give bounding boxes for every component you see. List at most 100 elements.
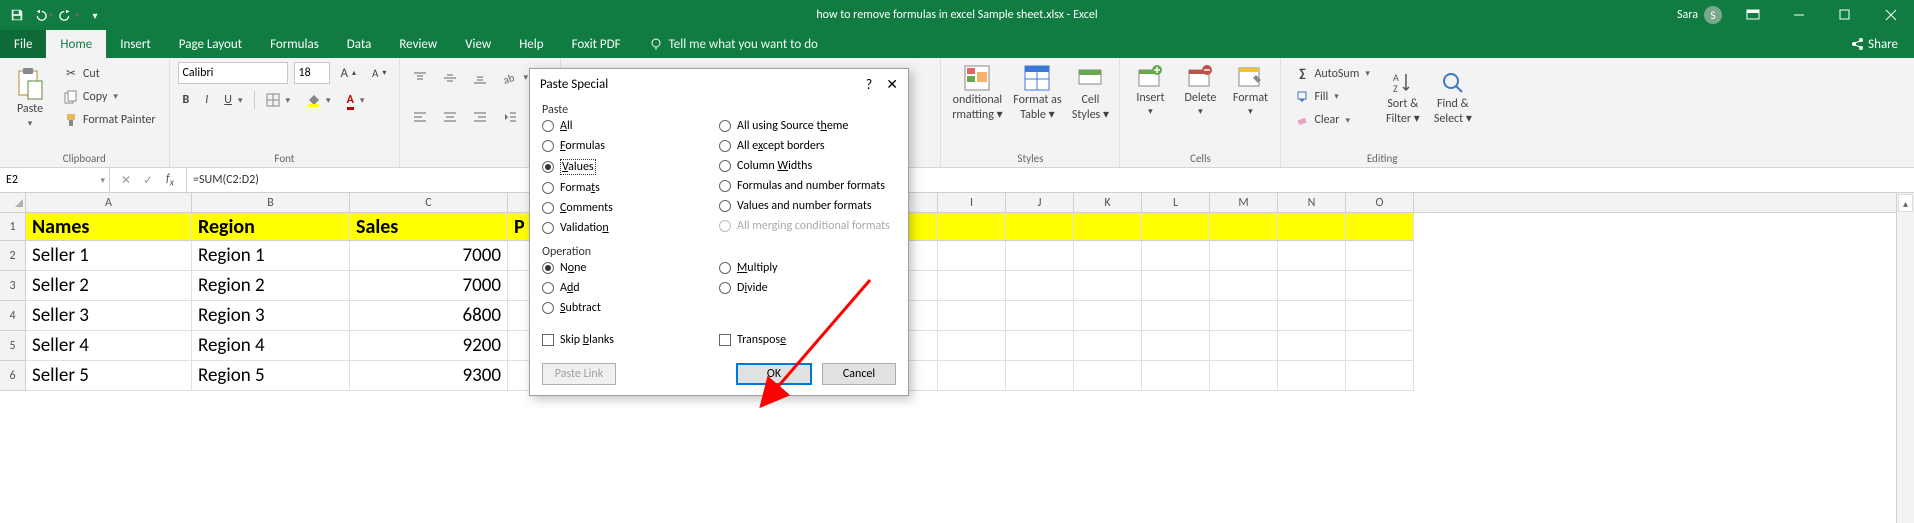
align-left-button[interactable] <box>408 107 432 127</box>
enter-formula-button[interactable]: ✓ <box>138 173 158 188</box>
row-head-2[interactable]: 2 <box>0 241 26 271</box>
col-I[interactable]: I <box>938 193 1006 212</box>
autosum-button[interactable]: ∑AutoSum <box>1289 63 1374 85</box>
cell-C3[interactable]: 7000 <box>350 271 508 301</box>
cell-C2[interactable]: 7000 <box>350 241 508 271</box>
sort-filter-button[interactable]: AZ Sort & Filter ▾ <box>1381 68 1425 126</box>
maximize-button[interactable] <box>1822 0 1868 30</box>
row-head-5[interactable]: 5 <box>0 331 26 361</box>
redo-button[interactable] <box>58 4 80 26</box>
cell-C5[interactable]: 9200 <box>350 331 508 361</box>
minimize-button[interactable] <box>1776 0 1822 30</box>
cell-C1[interactable]: Sales <box>350 213 508 241</box>
radio-op-multiply[interactable]: Multiply <box>719 261 896 275</box>
cell-C4[interactable]: 6800 <box>350 301 508 331</box>
clear-button[interactable]: Clear <box>1289 109 1374 131</box>
cell-A4[interactable]: Seller 3 <box>26 301 192 331</box>
close-button[interactable] <box>1868 0 1914 30</box>
tab-help[interactable]: Help <box>505 30 557 58</box>
radio-all-except-borders[interactable]: All except borders <box>719 139 896 153</box>
col-M[interactable]: M <box>1210 193 1278 212</box>
radio-op-none[interactable]: None <box>542 261 719 275</box>
undo-button[interactable] <box>32 4 54 26</box>
tab-formulas[interactable]: Formulas <box>256 30 333 58</box>
font-size-select[interactable] <box>294 62 330 84</box>
align-middle-button[interactable] <box>438 68 462 88</box>
tab-file[interactable]: File <box>0 30 46 58</box>
col-N[interactable]: N <box>1278 193 1346 212</box>
cell-A5[interactable]: Seller 4 <box>26 331 192 361</box>
cell-styles-button[interactable]: Cell Styles ▾ <box>1069 62 1111 122</box>
radio-values-number-formats[interactable]: Values and number formats <box>719 199 896 213</box>
user-account[interactable]: Sara S <box>1669 6 1730 24</box>
cell-A1[interactable]: Names <box>26 213 192 241</box>
save-icon[interactable] <box>6 4 28 26</box>
row-head-3[interactable]: 3 <box>0 271 26 301</box>
col-L[interactable]: L <box>1142 193 1210 212</box>
name-box[interactable]: E2▾ <box>0 168 110 192</box>
checkbox-transpose[interactable]: Transpose <box>719 333 896 347</box>
font-color-button[interactable]: A <box>342 90 370 110</box>
row-head-1[interactable]: 1 <box>0 213 26 241</box>
scroll-up-button[interactable]: ▴ <box>1898 194 1913 212</box>
cell-B6[interactable]: Region 5 <box>192 361 350 391</box>
align-right-button[interactable] <box>468 107 492 127</box>
dialog-titlebar[interactable]: Paste Special ? ✕ <box>530 69 908 99</box>
select-all-corner[interactable] <box>0 193 26 212</box>
col-O[interactable]: O <box>1346 193 1414 212</box>
underline-button[interactable]: U <box>219 90 247 110</box>
row-head-4[interactable]: 4 <box>0 301 26 331</box>
col-J[interactable]: J <box>1006 193 1074 212</box>
cell-B3[interactable]: Region 2 <box>192 271 350 301</box>
ok-button[interactable]: OK <box>736 363 812 385</box>
cell-A6[interactable]: Seller 5 <box>26 361 192 391</box>
tab-foxit-pdf[interactable]: Foxit PDF <box>558 30 635 58</box>
decrease-indent-button[interactable] <box>498 107 522 127</box>
cell-B2[interactable]: Region 1 <box>192 241 350 271</box>
dialog-help-button[interactable]: ? <box>866 76 873 93</box>
format-painter-button[interactable]: Format Painter <box>58 109 161 131</box>
radio-all-source-theme[interactable]: All using Source theme <box>719 119 896 133</box>
shrink-font-button[interactable]: A▾ <box>367 64 391 83</box>
radio-op-divide[interactable]: Divide <box>719 281 896 295</box>
col-K[interactable]: K <box>1074 193 1142 212</box>
tab-view[interactable]: View <box>451 30 505 58</box>
row-head-6[interactable]: 6 <box>0 361 26 391</box>
bold-button[interactable]: B <box>178 90 195 110</box>
radio-comments[interactable]: Comments <box>542 201 719 215</box>
format-cells-button[interactable]: Format▾ <box>1228 62 1272 117</box>
borders-button[interactable] <box>261 90 296 110</box>
vertical-scrollbar[interactable]: ▴ <box>1896 193 1914 523</box>
delete-cells-button[interactable]: Delete▾ <box>1178 62 1222 117</box>
radio-all[interactable]: All <box>542 119 719 133</box>
radio-column-widths[interactable]: Column Widths <box>719 159 896 173</box>
radio-formats[interactable]: Formats <box>542 181 719 195</box>
cell-B4[interactable]: Region 3 <box>192 301 350 331</box>
col-A[interactable]: A <box>26 193 192 212</box>
cut-button[interactable]: ✂Cut <box>58 63 161 85</box>
grow-font-button[interactable]: A▴ <box>336 63 362 84</box>
qat-customize[interactable]: ▾ <box>84 4 106 26</box>
cell-A3[interactable]: Seller 2 <box>26 271 192 301</box>
radio-op-add[interactable]: Add <box>542 281 719 295</box>
fill-color-button[interactable] <box>301 90 336 110</box>
col-C[interactable]: C <box>350 193 508 212</box>
align-bottom-button[interactable] <box>468 68 492 88</box>
align-center-button[interactable] <box>438 107 462 127</box>
tab-review[interactable]: Review <box>385 30 451 58</box>
format-as-table-button[interactable]: Format as Table ▾ <box>1011 62 1063 122</box>
dialog-close-button[interactable]: ✕ <box>886 76 898 93</box>
italic-button[interactable]: I <box>200 90 213 110</box>
fx-button[interactable]: fx <box>160 172 180 188</box>
fill-button[interactable]: Fill <box>1289 86 1374 108</box>
font-name-select[interactable] <box>178 62 288 84</box>
checkbox-skip-blanks[interactable]: Skip blanks <box>542 333 719 347</box>
conditional-formatting-button[interactable]: onditional rmatting ▾ <box>949 62 1005 122</box>
paste-button[interactable]: Paste ▾ <box>8 65 52 128</box>
copy-button[interactable]: Copy <box>58 86 161 108</box>
tab-page-layout[interactable]: Page Layout <box>165 30 256 58</box>
orientation-button[interactable]: ab <box>498 68 533 88</box>
align-top-button[interactable] <box>408 68 432 88</box>
radio-formulas-number-formats[interactable]: Formulas and number formats <box>719 179 896 193</box>
radio-formulas[interactable]: Formulas <box>542 139 719 153</box>
